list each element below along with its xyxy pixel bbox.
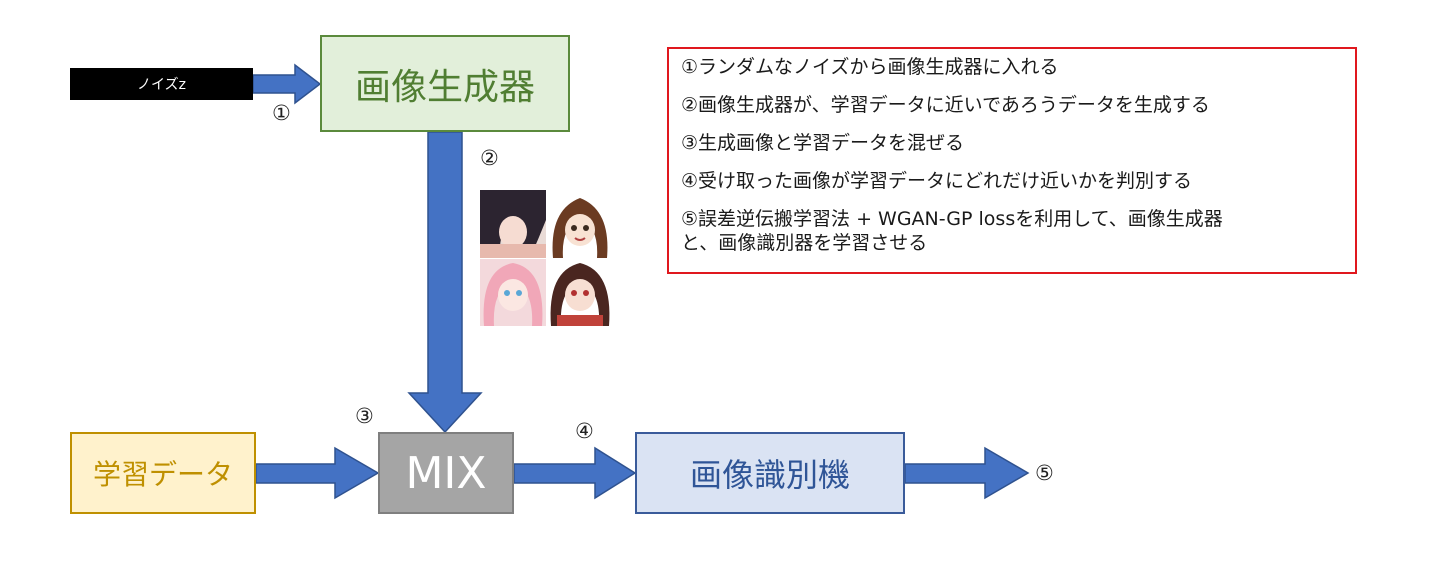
- arrow-generator-to-mix: [407, 131, 483, 434]
- generator-box: 画像生成器: [320, 35, 570, 132]
- step-3-marker: ③: [355, 404, 374, 428]
- sample-face-2: [547, 190, 613, 258]
- legend-step-1: ①ランダムなノイズから画像生成器に入れる: [681, 56, 1059, 78]
- sample-face-1: [480, 190, 546, 258]
- mix-box: MIX: [378, 432, 514, 514]
- noise-box: ノイズz: [70, 68, 253, 100]
- noise-label: ノイズz: [137, 77, 186, 93]
- arrow-mix-to-discriminator: [513, 446, 637, 500]
- legend-step-5-continued: と、画像識別器を学習させる: [681, 232, 928, 254]
- sample-face-3: [480, 259, 546, 327]
- discriminator-box: 画像識別機: [635, 432, 905, 514]
- discriminator-label: 画像識別機: [689, 456, 850, 494]
- mix-label: MIX: [405, 447, 487, 499]
- step-4-marker: ④: [575, 419, 594, 443]
- training-data-box: 学習データ: [70, 432, 256, 514]
- legend-step-2: ②画像生成器が、学習データに近いであろうデータを生成する: [681, 94, 1210, 116]
- legend-step-5: ⑤誤差逆伝搬学習法 + WGAN-GP lossを利用して、画像生成器: [681, 208, 1223, 230]
- training-data-label: 学習データ: [92, 458, 233, 491]
- generator-label: 画像生成器: [354, 66, 535, 108]
- step-1-marker: ①: [272, 101, 291, 125]
- sample-face-4: [547, 259, 613, 327]
- step-5-marker: ⑤: [1035, 461, 1054, 485]
- step-2-marker: ②: [480, 146, 499, 170]
- arrow-training-to-mix: [255, 446, 380, 500]
- legend-step-3: ③生成画像と学習データを混ぜる: [681, 132, 965, 154]
- generated-samples-image: [480, 190, 613, 326]
- legend-step-4: ④受け取った画像が学習データにどれだけ近いかを判別する: [681, 170, 1193, 192]
- legend-box: ①ランダムなノイズから画像生成器に入れる ②画像生成器が、学習データに近いであろ…: [667, 47, 1357, 274]
- arrow-noise-to-generator: [252, 63, 322, 105]
- arrow-discriminator-to-output: [904, 446, 1030, 500]
